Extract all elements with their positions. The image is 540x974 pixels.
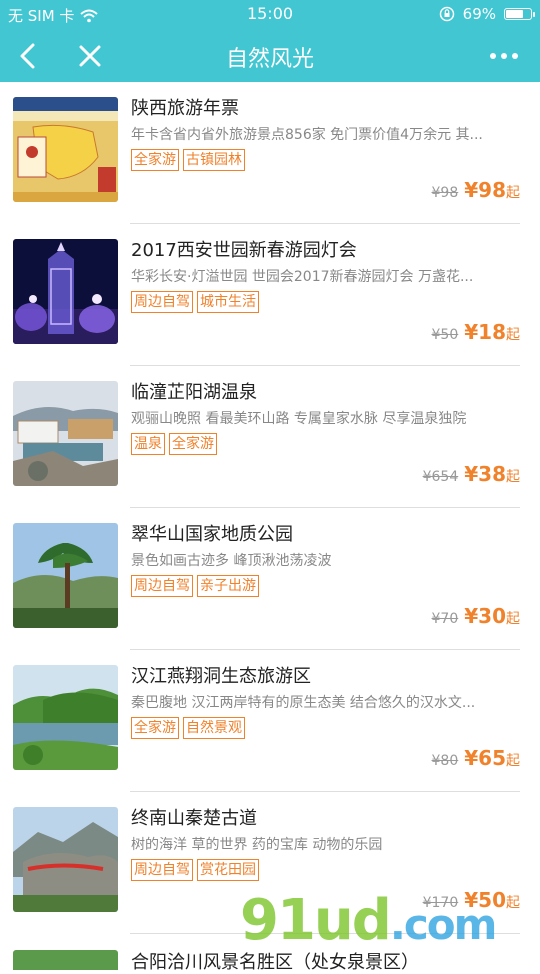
original-price: ¥50 bbox=[431, 327, 459, 343]
item-description: 观骊山晚照 看最美环山路 专属皇家水脉 尽享温泉独院 bbox=[131, 411, 467, 427]
original-price: ¥70 bbox=[431, 611, 459, 627]
item-tags: 周边自驾 亲子出游 bbox=[131, 575, 259, 597]
item-tags: 温泉 全家游 bbox=[131, 433, 217, 455]
tag: 全家游 bbox=[131, 149, 179, 171]
price-row: ¥654 ¥38起 bbox=[423, 462, 520, 486]
price-row: ¥50 ¥18起 bbox=[432, 320, 520, 344]
price-row: ¥70 ¥30起 bbox=[432, 604, 520, 628]
status-bar: 无 SIM 卡 15:00 69% bbox=[0, 0, 540, 30]
price-row: ¥98 ¥98起 bbox=[432, 178, 520, 202]
item-tags: 全家游 自然景观 bbox=[131, 717, 245, 739]
current-price: ¥30起 bbox=[464, 604, 520, 628]
item-description: 年卡含省内省外旅游景点856家 免门票价值4万余元 其... bbox=[131, 127, 483, 143]
original-price: ¥98 bbox=[431, 185, 459, 201]
item-description: 树的海洋 草的世界 药的宝库 动物的乐园 bbox=[131, 837, 383, 853]
tag: 古镇园林 bbox=[183, 149, 245, 171]
item-tags: 全家游 古镇园林 bbox=[131, 149, 245, 171]
battery-percent: 69% bbox=[462, 5, 496, 23]
more-button[interactable] bbox=[486, 38, 522, 74]
item-description: 景色如画古迹多 峰顶湫池荡凌波 bbox=[131, 553, 332, 569]
status-right: 69% bbox=[439, 5, 535, 23]
current-price: ¥18起 bbox=[464, 320, 520, 344]
current-price: ¥38起 bbox=[464, 462, 520, 486]
attraction-thumbnail bbox=[13, 950, 118, 970]
item-title: 翠华山国家地质公园 bbox=[131, 524, 293, 545]
battery-icon bbox=[504, 8, 535, 20]
tag: 全家游 bbox=[169, 433, 217, 455]
item-title: 汉江燕翔洞生态旅游区 bbox=[131, 666, 311, 687]
list-item[interactable]: 陕西旅游年票 年卡含省内省外旅游景点856家 免门票价值4万余元 其... 全家… bbox=[0, 82, 540, 224]
item-tags: 周边自驾 赏花田园 bbox=[131, 859, 259, 881]
page-title: 自然风光 bbox=[225, 47, 314, 72]
tag: 周边自驾 bbox=[131, 291, 193, 313]
more-dots-icon bbox=[490, 53, 518, 59]
item-title: 2017西安世园新春游园灯会 bbox=[131, 240, 357, 261]
attraction-thumbnail bbox=[13, 523, 118, 628]
tag: 周边自驾 bbox=[131, 859, 193, 881]
item-description: 秦巴腹地 汉江两岸特有的原生态美 结合悠久的汉水文... bbox=[131, 695, 476, 711]
attraction-thumbnail bbox=[13, 807, 118, 912]
original-price: ¥80 bbox=[431, 753, 459, 769]
item-tags: 周边自驾 城市生活 bbox=[131, 291, 259, 313]
list-item[interactable]: 临潼芷阳湖温泉 观骊山晚照 看最美环山路 专属皇家水脉 尽享温泉独院 温泉 全家… bbox=[0, 366, 540, 508]
attraction-thumbnail bbox=[13, 381, 118, 486]
tag: 全家游 bbox=[131, 717, 179, 739]
tag: 周边自驾 bbox=[131, 575, 193, 597]
watermark-logo: 91ud.com bbox=[240, 888, 497, 953]
tag: 温泉 bbox=[131, 433, 165, 455]
list-item[interactable]: 汉江燕翔洞生态旅游区 秦巴腹地 汉江两岸特有的原生态美 结合悠久的汉水文... … bbox=[0, 650, 540, 792]
current-price: ¥65起 bbox=[464, 746, 520, 770]
attraction-thumbnail bbox=[13, 665, 118, 770]
current-price: ¥98起 bbox=[464, 178, 520, 202]
list-item[interactable]: 翠华山国家地质公园 景色如画古迹多 峰顶湫池荡凌波 周边自驾 亲子出游 ¥70 … bbox=[0, 508, 540, 650]
item-title: 陕西旅游年票 bbox=[131, 98, 239, 119]
list-item[interactable]: 2017西安世园新春游园灯会 华彩长安·灯溢世园 世园会2017新春游园灯会 万… bbox=[0, 224, 540, 366]
tag: 自然景观 bbox=[183, 717, 245, 739]
tag: 赏花田园 bbox=[197, 859, 259, 881]
attraction-thumbnail bbox=[13, 239, 118, 344]
rotation-lock-icon bbox=[439, 6, 455, 22]
price-row: ¥80 ¥65起 bbox=[432, 746, 520, 770]
item-title: 临潼芷阳湖温泉 bbox=[131, 382, 257, 403]
nav-bar: 自然风光 bbox=[0, 30, 540, 82]
item-title: 终南山秦楚古道 bbox=[131, 808, 257, 829]
tag: 亲子出游 bbox=[197, 575, 259, 597]
original-price: ¥654 bbox=[422, 469, 459, 485]
item-description: 华彩长安·灯溢世园 世园会2017新春游园灯会 万盏花... bbox=[131, 269, 474, 285]
tag: 城市生活 bbox=[197, 291, 259, 313]
attraction-thumbnail bbox=[13, 97, 118, 202]
attraction-list: 陕西旅游年票 年卡含省内省外旅游景点856家 免门票价值4万余元 其... 全家… bbox=[0, 82, 540, 934]
